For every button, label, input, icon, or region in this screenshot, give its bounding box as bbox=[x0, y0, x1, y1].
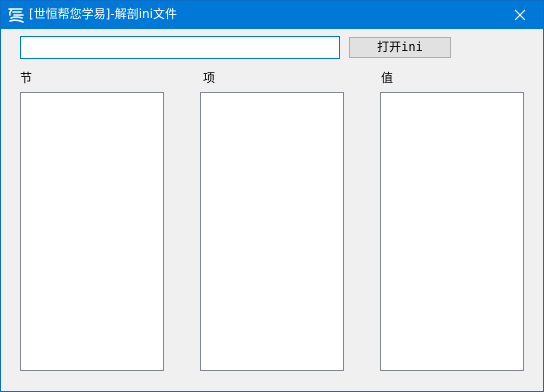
key-column-label: 项 bbox=[203, 71, 216, 85]
app-logo-icon bbox=[7, 6, 25, 24]
close-icon bbox=[514, 9, 526, 21]
section-column-label: 节 bbox=[20, 71, 33, 85]
value-column-label: 值 bbox=[381, 71, 394, 85]
value-listbox[interactable] bbox=[380, 92, 524, 371]
section-listbox[interactable] bbox=[20, 92, 164, 371]
ini-path-input[interactable] bbox=[20, 36, 340, 59]
window-title: [世恒帮您学易]-解剖ini文件 bbox=[29, 7, 177, 21]
close-button[interactable] bbox=[497, 1, 543, 29]
app-window: [世恒帮您学易]-解剖ini文件 打开ini 节 项 值 bbox=[0, 0, 544, 392]
key-listbox[interactable] bbox=[200, 92, 344, 371]
open-ini-button[interactable]: 打开ini bbox=[349, 37, 451, 58]
title-bar[interactable]: [世恒帮您学易]-解剖ini文件 bbox=[1, 1, 543, 29]
